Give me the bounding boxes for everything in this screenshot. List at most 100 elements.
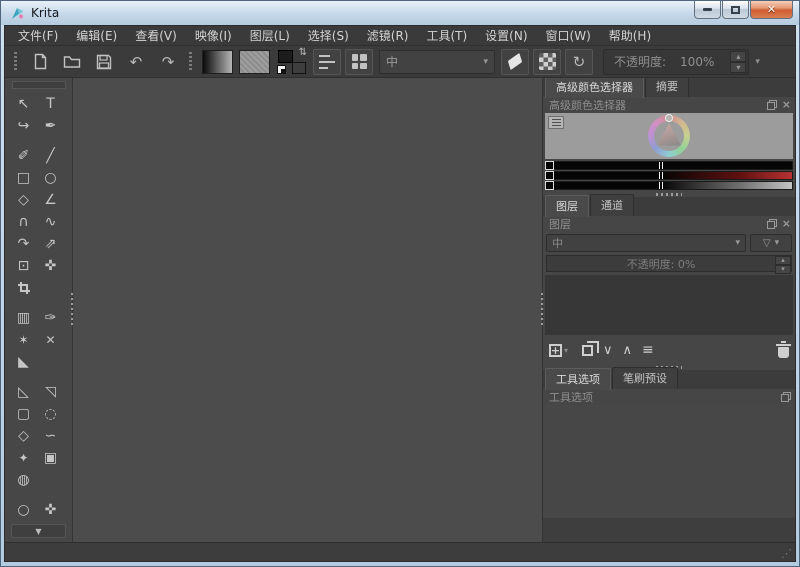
eraser-mode-button[interactable] bbox=[501, 49, 529, 75]
tab-layers[interactable]: 图层 bbox=[545, 195, 589, 217]
tool-freehand-select[interactable]: ∽ bbox=[37, 425, 64, 447]
blend-mode-dropdown[interactable]: 中 ▾ bbox=[546, 234, 746, 252]
hue-handle[interactable] bbox=[665, 114, 673, 122]
slider-marker[interactable] bbox=[659, 162, 663, 169]
layer-properties-button[interactable]: ≡ bbox=[642, 342, 654, 358]
opacity-control[interactable]: 不透明度: 100% ▴ ▾ bbox=[603, 49, 749, 75]
tab-advanced-color-selector[interactable]: 高级颜色选择器 bbox=[545, 78, 644, 98]
layer-opacity-spinner[interactable]: ▴ ▾ bbox=[775, 256, 791, 271]
tool-bezier-curve[interactable]: ∩ bbox=[10, 211, 37, 233]
reload-preset-button[interactable]: ↻ bbox=[565, 49, 593, 75]
menu-select[interactable]: 选择(S) bbox=[299, 26, 358, 46]
move-layer-down-button[interactable]: ∨ bbox=[603, 343, 613, 358]
tool-multibrush[interactable]: ⇗ bbox=[37, 233, 64, 255]
splitter-handle-right[interactable] bbox=[540, 293, 544, 325]
tool-assistants[interactable]: ◺ bbox=[10, 381, 37, 403]
preserve-alpha-button[interactable] bbox=[533, 49, 561, 75]
spin-down-icon[interactable]: ▾ bbox=[730, 62, 746, 73]
menu-tools[interactable]: 工具(T) bbox=[417, 26, 476, 46]
hue-ring[interactable] bbox=[648, 115, 690, 157]
reset-colors-icon[interactable] bbox=[277, 65, 286, 74]
tool-dynamic-brush[interactable]: ↷ bbox=[10, 233, 37, 255]
shade-swatch[interactable] bbox=[545, 161, 554, 170]
spin-up-icon[interactable]: ▴ bbox=[775, 256, 791, 265]
tool-freehand-brush[interactable]: ✐ bbox=[10, 145, 37, 167]
pattern-chooser-button[interactable] bbox=[239, 50, 270, 74]
close-docker-icon[interactable]: × bbox=[782, 219, 791, 229]
opacity-spinner[interactable]: ▴ ▾ bbox=[730, 51, 746, 73]
menu-layer[interactable]: 图层(L) bbox=[241, 26, 299, 46]
tool-line[interactable]: ╱ bbox=[37, 145, 64, 167]
tool-edit-shapes[interactable]: ↪ bbox=[10, 115, 37, 137]
float-docker-icon[interactable] bbox=[767, 219, 777, 229]
shade-strip-black[interactable] bbox=[554, 161, 793, 170]
add-layer-button[interactable]: + ▾ bbox=[549, 344, 568, 357]
gradient-chooser-button[interactable] bbox=[202, 50, 233, 74]
tool-color-picker[interactable]: ✑ bbox=[37, 307, 64, 329]
menu-file[interactable]: 文件(F) bbox=[9, 26, 67, 46]
toolbox-scroll-down-button[interactable]: ▼ bbox=[11, 524, 66, 538]
redo-button[interactable]: ↷ bbox=[154, 49, 182, 75]
tool-zoom[interactable]: ○ bbox=[10, 499, 37, 521]
move-layer-up-button[interactable]: ∧ bbox=[623, 343, 633, 358]
shade-swatch[interactable] bbox=[545, 171, 554, 180]
canvas-area[interactable] bbox=[73, 78, 542, 542]
tool-stamp[interactable]: ✶ bbox=[10, 329, 37, 351]
tool-move[interactable]: ✜ bbox=[37, 255, 64, 277]
shade-strip-gray[interactable] bbox=[554, 181, 793, 190]
tab-channels[interactable]: 通道 bbox=[590, 194, 634, 216]
tool-ellipse-select[interactable]: ◌ bbox=[37, 403, 64, 425]
tool-calligraphy[interactable]: ✒ bbox=[37, 115, 64, 137]
background-color-swatch[interactable] bbox=[292, 62, 306, 74]
menu-settings[interactable]: 设置(N) bbox=[476, 26, 536, 46]
tool-transform[interactable]: ⊡ bbox=[10, 255, 37, 277]
tool-magnetic-select[interactable]: ◍ bbox=[10, 469, 37, 491]
tab-tool-options[interactable]: 工具选项 bbox=[545, 368, 611, 390]
tool-pan[interactable]: ✜ bbox=[37, 499, 64, 521]
minimize-button[interactable] bbox=[694, 1, 721, 19]
menu-image[interactable]: 映像(I) bbox=[186, 26, 241, 46]
float-docker-icon[interactable] bbox=[767, 100, 777, 110]
splitter-handle-left[interactable] bbox=[70, 293, 74, 325]
layer-opacity-slider[interactable]: 不透明度: 0% ▴ ▾ bbox=[546, 255, 792, 272]
tool-ruler[interactable]: ◹ bbox=[37, 381, 64, 403]
tab-brush-presets[interactable]: 笔刷预设 bbox=[612, 367, 678, 389]
tool-bezier-select[interactable]: ▣ bbox=[37, 447, 64, 469]
brush-preset-dropdown[interactable]: 中 ▾ bbox=[379, 50, 495, 74]
menu-filter[interactable]: 滤镜(R) bbox=[358, 26, 418, 46]
duplicate-layer-button[interactable] bbox=[578, 345, 593, 356]
toolbar-grip[interactable] bbox=[189, 52, 194, 72]
menu-edit[interactable]: 编辑(E) bbox=[67, 26, 126, 46]
tool-ellipse[interactable]: ○ bbox=[37, 167, 64, 189]
tool-select-shapes[interactable]: ↖ bbox=[10, 93, 37, 115]
layer-list[interactable] bbox=[545, 275, 793, 335]
maximize-button[interactable] bbox=[722, 1, 749, 19]
undo-button[interactable]: ↶ bbox=[122, 49, 150, 75]
menu-window[interactable]: 窗口(W) bbox=[537, 26, 600, 46]
brush-presets-button[interactable] bbox=[345, 49, 373, 75]
saturation-triangle[interactable] bbox=[654, 121, 684, 151]
titlebar[interactable]: Krita ✕ bbox=[1, 1, 799, 25]
toolbox-header[interactable] bbox=[12, 81, 66, 89]
save-button[interactable] bbox=[90, 49, 118, 75]
shade-strip-red[interactable] bbox=[554, 171, 793, 180]
brush-editor-button[interactable] bbox=[313, 49, 341, 75]
shade-slider-row[interactable] bbox=[545, 171, 793, 180]
float-docker-icon[interactable] bbox=[781, 392, 791, 402]
tool-rectangle[interactable]: □ bbox=[10, 167, 37, 189]
tool-freehand-path[interactable]: ∿ bbox=[37, 211, 64, 233]
close-docker-icon[interactable]: × bbox=[782, 100, 791, 110]
new-document-button[interactable] bbox=[26, 49, 54, 75]
tool-fill[interactable]: ◣ bbox=[10, 351, 37, 373]
tool-gradient[interactable]: ▥ bbox=[10, 307, 37, 329]
open-document-button[interactable] bbox=[58, 49, 86, 75]
spin-down-icon[interactable]: ▾ bbox=[775, 265, 791, 274]
shade-slider-row[interactable] bbox=[545, 181, 793, 190]
tool-polyline[interactable]: ∠ bbox=[37, 189, 64, 211]
toolbar-grip[interactable] bbox=[14, 52, 19, 72]
color-selector-widget[interactable] bbox=[545, 113, 793, 159]
tool-polygon-select[interactable]: ◇ bbox=[10, 425, 37, 447]
tool-text[interactable]: T bbox=[37, 93, 64, 115]
tool-polygon[interactable]: ◇ bbox=[10, 189, 37, 211]
slider-marker[interactable] bbox=[659, 182, 663, 189]
